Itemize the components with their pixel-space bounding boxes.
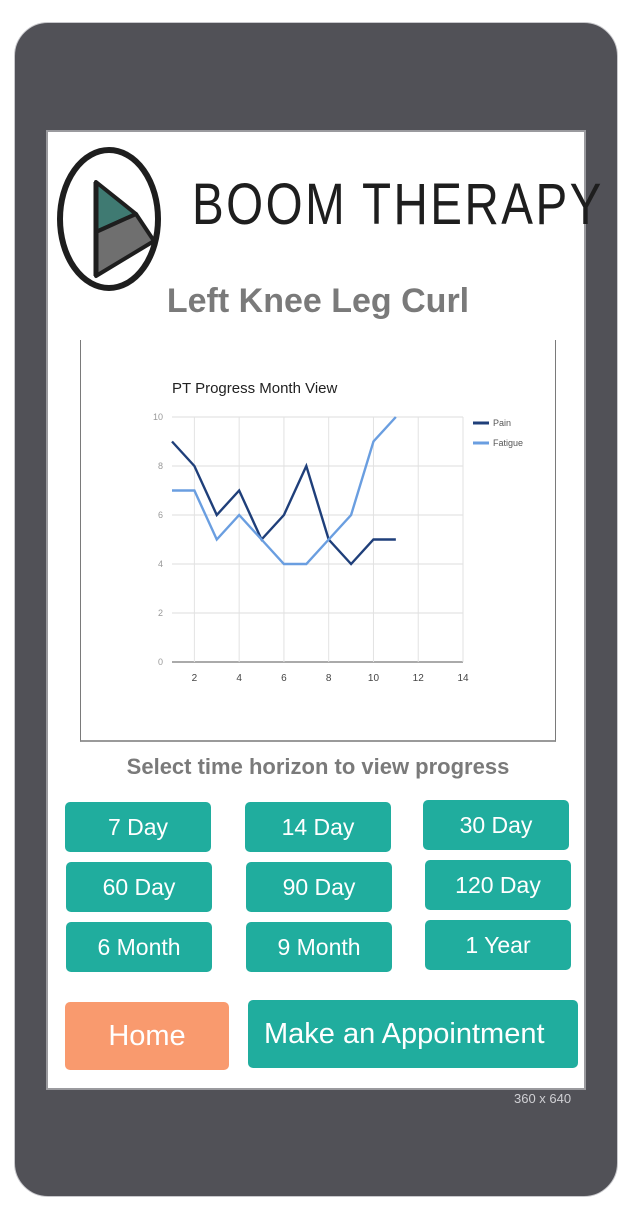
app-screen: BOOM THERAPY Left Knee Leg Curl PT Progr… bbox=[46, 130, 601, 1090]
legend-label-pain: Pain bbox=[493, 418, 511, 428]
chart-title: PT Progress Month View bbox=[172, 380, 338, 397]
legend-label-fatigue: Fatigue bbox=[493, 438, 523, 448]
page-title: Left Knee Leg Curl bbox=[166, 282, 470, 320]
y-tick-label: 0 bbox=[158, 657, 163, 667]
y-tick-label: 4 bbox=[158, 559, 163, 569]
x-tick-label: 8 bbox=[326, 673, 332, 684]
x-tick-label: 6 bbox=[281, 673, 287, 684]
make-appointment-button[interactable]: Make an Appointment bbox=[248, 1000, 578, 1068]
x-tick-label: 4 bbox=[236, 673, 242, 684]
chart-frame: PT Progress Month View 0 2 4 6 8 10 2 4 6 8 10 12 14 P… bbox=[80, 340, 556, 742]
x-tick-label: 14 bbox=[457, 673, 469, 684]
horizon-button-60-day[interactable]: 60 Day bbox=[66, 862, 212, 912]
home-button[interactable]: Home bbox=[65, 1002, 229, 1070]
horizon-button-120-day[interactable]: 120 Day bbox=[425, 860, 571, 910]
horizon-button-14-day[interactable]: 14 Day bbox=[245, 802, 391, 852]
progress-chart: PT Progress Month View 0 2 4 6 8 10 2 4 6 8 10 12 14 P… bbox=[153, 380, 523, 684]
x-tick-label: 10 bbox=[368, 673, 380, 684]
x-tick-label: 2 bbox=[192, 673, 198, 684]
horizon-button-9-month[interactable]: 9 Month bbox=[246, 922, 392, 972]
y-tick-label: 2 bbox=[158, 608, 163, 618]
horizon-button-90-day[interactable]: 90 Day bbox=[246, 862, 392, 912]
brand-name: BOOM THERAPY bbox=[192, 172, 604, 237]
horizon-button-7-day[interactable]: 7 Day bbox=[65, 802, 211, 852]
horizon-button-6-month[interactable]: 6 Month bbox=[66, 922, 212, 972]
y-tick-label: 8 bbox=[158, 461, 163, 471]
viewport-size-label: 360 x 640 bbox=[514, 1091, 572, 1106]
time-horizon-prompt: Select time horizon to view progress bbox=[126, 754, 510, 779]
y-tick-label: 10 bbox=[153, 412, 163, 422]
horizon-button-1-year[interactable]: 1 Year bbox=[425, 920, 571, 970]
boom-therapy-logo bbox=[57, 147, 161, 291]
y-tick-label: 6 bbox=[158, 510, 163, 520]
horizon-button-30-day[interactable]: 30 Day bbox=[423, 800, 569, 850]
x-tick-label: 12 bbox=[413, 673, 425, 684]
